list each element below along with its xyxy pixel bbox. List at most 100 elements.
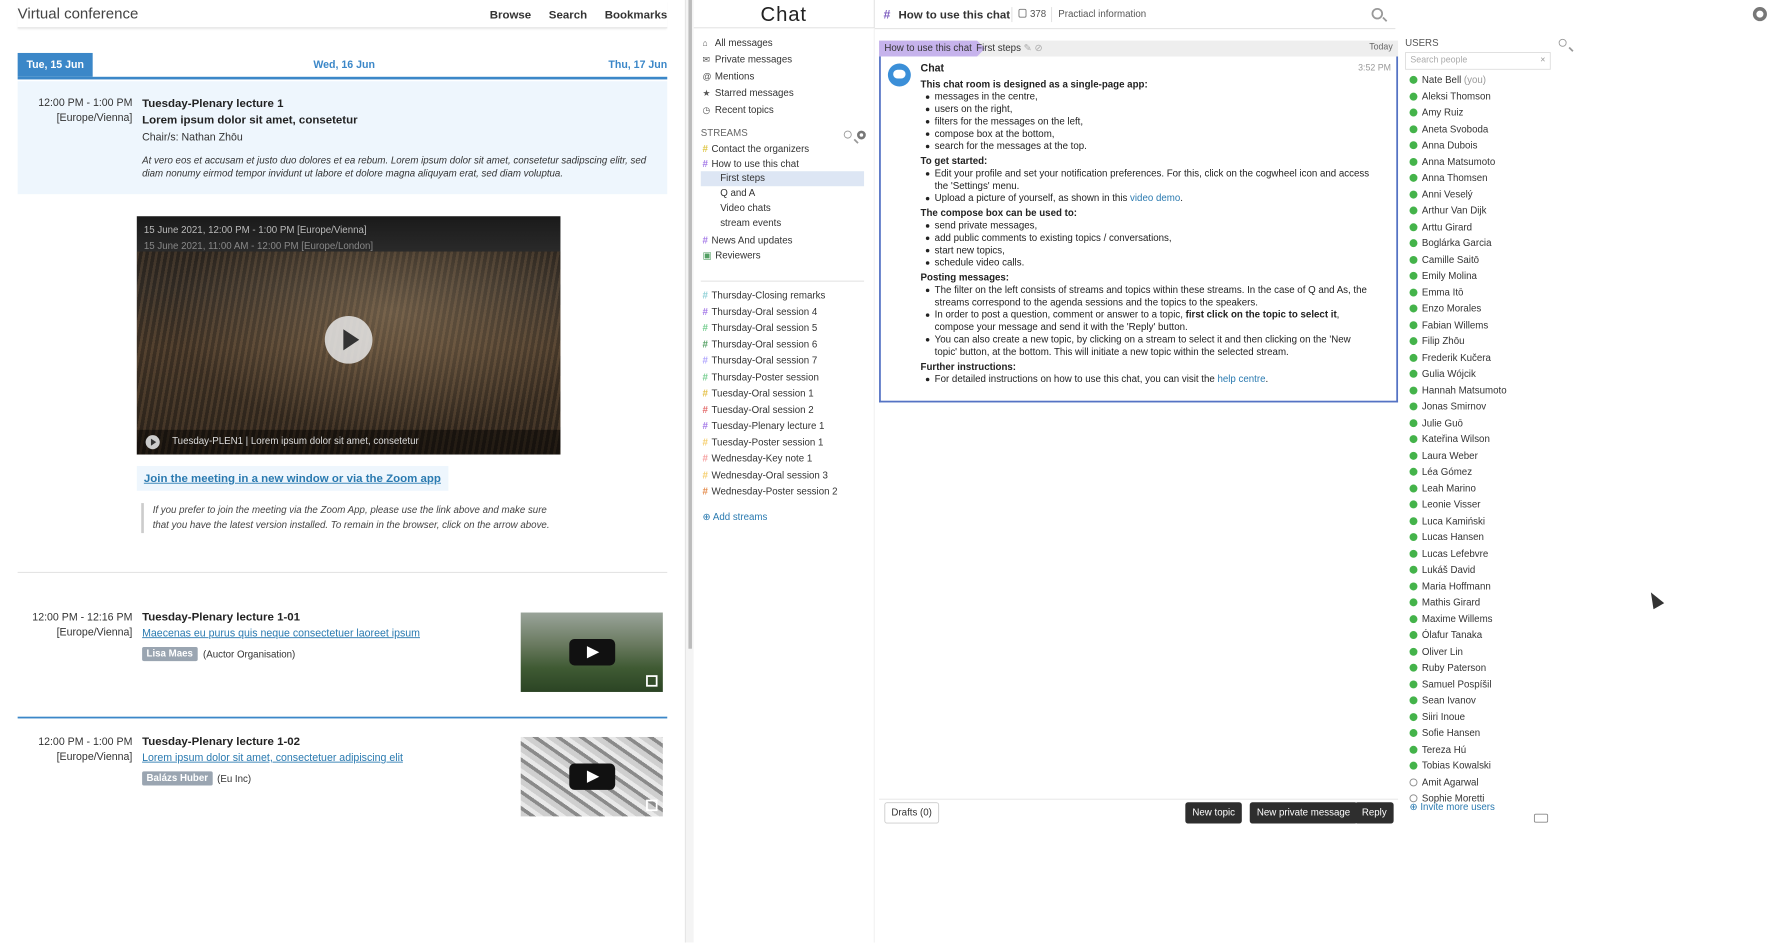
day-tab-wed[interactable]: Wed, 16 Jun (313, 53, 375, 77)
user-item[interactable]: Maxime Willems (1409, 612, 1493, 626)
talk-2-thumbnail[interactable] (520, 736, 663, 817)
recipient-stream[interactable]: How to use this chat (879, 40, 986, 57)
fullscreen-icon[interactable] (646, 799, 658, 812)
user-item[interactable]: Amit Agarwal (1409, 775, 1479, 789)
mute-icon[interactable]: ⊘ (1034, 43, 1042, 54)
user-item[interactable]: Oliver Lin (1409, 645, 1463, 659)
stream-settings-icon[interactable] (857, 130, 866, 140)
user-item[interactable]: Frederik Kučera (1409, 351, 1491, 365)
stream-item[interactable]: # Thursday-Oral session 7 (703, 354, 818, 369)
stream-item[interactable]: # Thursday-Oral session 5 (703, 321, 818, 336)
user-item[interactable]: Lukáš David (1409, 563, 1475, 577)
stream-item[interactable]: # Thursday-Closing remarks (703, 289, 826, 304)
user-item[interactable]: Filip Zhōu (1409, 335, 1464, 349)
fullscreen-icon[interactable] (646, 675, 658, 687)
users-search-input[interactable]: Search people × (1405, 52, 1551, 70)
play-icon[interactable] (324, 315, 373, 364)
user-item[interactable]: Emma Itō (1409, 286, 1463, 300)
add-streams-link[interactable]: ⊕ Add streams (703, 511, 768, 523)
video-demo-link[interactable]: video demo (1130, 193, 1180, 204)
topic-item[interactable]: First steps (700, 171, 865, 187)
edit-icon[interactable]: ✎ (1024, 43, 1032, 54)
user-item[interactable]: Anna Dubois (1409, 139, 1477, 153)
topic-item[interactable]: Q and A (720, 186, 755, 201)
talk-1-link[interactable]: Maecenas eu purus quis neque consectetue… (142, 627, 420, 639)
reply-button[interactable]: Reply (1354, 802, 1394, 824)
user-item[interactable]: Samuel Pospíšil (1409, 677, 1491, 691)
user-item[interactable]: Lucas Lefebvre (1409, 547, 1488, 561)
invite-users-link[interactable]: ⊕ Invite more users (1410, 801, 1495, 813)
nav-search[interactable]: Search (549, 8, 587, 21)
stream-item[interactable]: # Contact the organizers (703, 142, 810, 157)
user-item[interactable]: Camille Saitō (1409, 253, 1479, 267)
user-item[interactable]: Maria Hoffmann (1409, 579, 1491, 593)
user-item[interactable]: Fabian Willems (1409, 318, 1488, 332)
nav-recent-topics[interactable]: ◷ Recent topics (703, 103, 774, 118)
pane-splitter[interactable] (684, 0, 694, 943)
stream-item[interactable]: # Tuesday-Poster session 1 (703, 436, 824, 451)
user-item[interactable]: Mathis Girard (1409, 596, 1480, 610)
user-item[interactable]: Tobias Kowalski (1409, 759, 1491, 773)
user-item[interactable]: Arttu Girard (1409, 220, 1472, 234)
recipient-topic[interactable]: First steps ✎ ⊘ (976, 41, 1042, 57)
nav-starred[interactable]: ★ Starred messages (703, 86, 794, 101)
user-item[interactable]: Sean Ivanov (1409, 694, 1476, 708)
user-item[interactable]: Léa Gómez (1409, 465, 1472, 479)
nav-mentions[interactable]: @ Mentions (703, 70, 755, 85)
talk-1-thumbnail[interactable] (520, 612, 663, 692)
user-item[interactable]: Anni Veselý (1409, 188, 1473, 202)
stream-item[interactable]: # Tuesday-Oral session 2 (703, 403, 814, 418)
user-item[interactable]: Anna Thomsen (1409, 171, 1488, 185)
small-play-icon[interactable] (145, 435, 160, 450)
user-item[interactable]: Nate Bell (you) (1409, 73, 1486, 87)
avatar[interactable] (887, 63, 911, 87)
user-item[interactable]: Gulia Wójcik (1409, 367, 1476, 381)
stream-item[interactable]: # Wednesday-Poster session 2 (703, 485, 838, 500)
talk-2-speaker-badge[interactable]: Balázs Huber (142, 771, 213, 786)
stream-item[interactable]: # Thursday-Oral session 6 (703, 338, 818, 353)
user-item[interactable]: Leonie Visser (1409, 498, 1481, 512)
stream-search-icon[interactable] (843, 130, 852, 139)
topbar-stream-name[interactable]: How to use this chat (898, 8, 1010, 21)
stream-item[interactable]: # Tuesday-Plenary lecture 1 (703, 419, 825, 434)
new-topic-button[interactable]: New topic (1185, 802, 1243, 824)
talk-2-link[interactable]: Lorem ipsum dolor sit amet, consectetuer… (142, 751, 403, 763)
gear-icon[interactable] (1752, 7, 1767, 22)
nav-bookmarks[interactable]: Bookmarks (605, 8, 667, 21)
youtube-play-icon[interactable] (569, 639, 616, 666)
stream-item[interactable]: ▣ Reviewers (703, 249, 761, 264)
join-meeting-link[interactable]: Join the meeting in a new window or via … (136, 466, 449, 491)
users-search-icon[interactable] (1558, 38, 1567, 47)
user-item[interactable]: Leah Marino (1409, 481, 1476, 495)
stream-item[interactable]: # How to use this chat (703, 157, 799, 172)
stream-item[interactable]: # Thursday-Oral session 4 (703, 305, 818, 320)
user-item[interactable]: Boglárka Garcia (1409, 237, 1491, 251)
video-player[interactable]: 15 June 2021, 12:00 PM - 1:00 PM [Europe… (136, 216, 561, 455)
user-item[interactable]: Anna Matsumoto (1409, 155, 1495, 169)
user-item[interactable]: Emily Molina (1409, 269, 1477, 283)
user-item[interactable]: Hannah Matsumoto (1409, 383, 1507, 397)
drafts-button[interactable]: Drafts (0) (884, 802, 939, 824)
nav-browse[interactable]: Browse (490, 8, 531, 21)
stream-item[interactable]: # Wednesday-Key note 1 (703, 452, 813, 467)
user-item[interactable]: Lucas Hansen (1409, 530, 1484, 544)
day-tab-tue[interactable]: Tue, 15 Jun (17, 52, 93, 77)
stream-item[interactable]: # Tuesday-Oral session 1 (703, 387, 814, 402)
user-item[interactable]: Aleksi Thomson (1409, 90, 1491, 104)
user-item[interactable]: Ruby Paterson (1409, 661, 1486, 675)
search-icon[interactable] (1371, 7, 1384, 20)
user-item[interactable]: Luca Kamiński (1409, 514, 1485, 528)
user-item[interactable]: Kateřina Wilson (1409, 432, 1490, 446)
stream-item[interactable]: # News And updates (703, 234, 793, 249)
user-item[interactable]: Julie Guō (1409, 416, 1463, 430)
youtube-play-icon[interactable] (569, 763, 616, 790)
keyboard-icon[interactable] (1533, 813, 1549, 823)
user-item[interactable]: Arthur Van Dijk (1409, 204, 1486, 218)
stream-item[interactable]: # Thursday-Poster session (703, 370, 819, 385)
message-sender[interactable]: Chat (921, 62, 945, 74)
new-private-message-button[interactable]: New private message (1249, 802, 1358, 824)
topic-item[interactable]: stream events (720, 216, 781, 231)
subscriber-count[interactable]: 378 (1030, 9, 1046, 20)
scrollbar[interactable] (688, 0, 692, 649)
talk-1-speaker-badge[interactable]: Lisa Maes (142, 646, 198, 662)
